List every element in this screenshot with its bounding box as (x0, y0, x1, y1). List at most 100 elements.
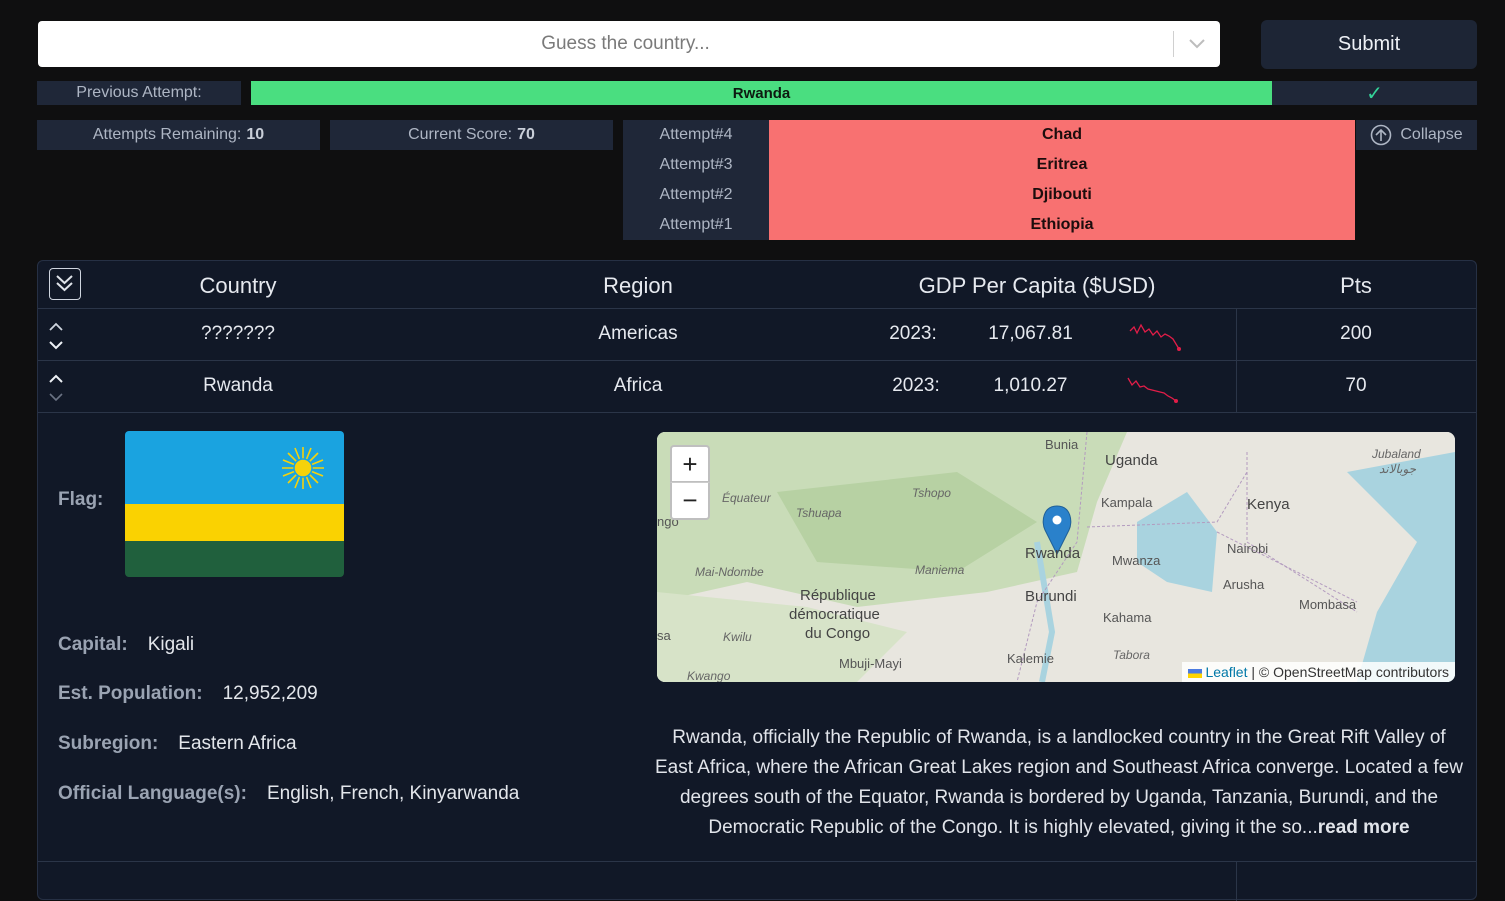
header-pts: Pts (1340, 273, 1372, 298)
map-label: du Congo (805, 625, 871, 642)
map-label: Tabora (1113, 648, 1150, 662)
map-label: جوبالاند (1379, 462, 1417, 476)
map-label: Burundi (1025, 588, 1077, 605)
pts-divider (1236, 861, 1237, 901)
country-map[interactable]: Bunia Uganda Kampala Kenya Jubaland جوبا… (657, 432, 1455, 682)
zoom-out-button[interactable]: − (670, 482, 710, 520)
population-row: Est. Population: 12,952,209 (58, 683, 318, 705)
cell-region: Africa (613, 375, 663, 396)
attempt-label: Attempt#4 (623, 120, 769, 150)
map-label: Mbuji-Mayi (839, 656, 902, 671)
attempt-label: Attempt#3 (623, 150, 769, 180)
ukraine-flag-icon (1187, 669, 1202, 678)
attempts-remaining-value: 10 (246, 126, 265, 143)
country-details: Flag: Capital: Kigali Est. Population: 1… (38, 413, 1476, 861)
row-collapse-icon[interactable] (48, 374, 64, 407)
row-expand-icon[interactable] (48, 322, 64, 355)
attempt-value: Eritrea (769, 150, 1355, 180)
map-label: Kampala (1101, 495, 1153, 510)
capital-value: Kigali (147, 634, 195, 655)
table-header: Country Region GDP Per Capita ($USD) Pts (38, 261, 1476, 309)
collapse-up-icon (1371, 124, 1392, 146)
table-row[interactable]: ??????? Americas 2023: 17,067.81 200 (38, 309, 1476, 361)
map-label: Mai-Ndombe (695, 565, 764, 579)
map-label: Mombasa (1299, 597, 1357, 612)
subregion-row: Subregion: Eastern Africa (58, 733, 297, 755)
rwanda-flag-image (125, 431, 344, 577)
map-label: Uganda (1105, 452, 1158, 469)
map-label: Mwanza (1112, 553, 1161, 568)
map-label: Arusha (1223, 577, 1265, 592)
attempt-value: Djibouti (769, 180, 1355, 210)
capital-row: Capital: Kigali (58, 634, 194, 656)
map-attribution: Leaflet | © OpenStreetMap contributors (1181, 662, 1455, 682)
languages-row: Official Language(s): English, French, K… (58, 783, 519, 805)
cell-gdp-value: 17,067.81 (988, 323, 1073, 344)
header-country: Country (199, 273, 277, 298)
cell-gdp-value: 1,010.27 (993, 375, 1068, 396)
current-score-label: Current Score: (408, 126, 513, 143)
cell-gdp-year: 2023: (889, 323, 937, 344)
pts-divider (1236, 309, 1237, 413)
map-label: Kwango (687, 669, 731, 682)
table-row[interactable]: Rwanda Africa 2023: 1,010.27 70 (38, 361, 1476, 413)
map-label: Équateur (722, 491, 771, 505)
map-label: Tshopo (912, 486, 951, 500)
cell-country: Rwanda (203, 375, 273, 396)
leaflet-link[interactable]: Leaflet (1205, 664, 1247, 680)
expand-all-icon[interactable] (49, 268, 81, 300)
cell-region: Americas (598, 323, 678, 344)
cell-pts: 200 (1340, 323, 1372, 344)
map-label: Bunia (1045, 437, 1079, 452)
osm-attribution[interactable]: | © OpenStreetMap contributors (1248, 664, 1449, 680)
population-value: 12,952,209 (222, 683, 318, 704)
map-label: Kwilu (723, 630, 752, 644)
population-label: Est. Population: (58, 683, 203, 704)
current-score: Current Score: 70 (330, 120, 613, 150)
map-label: République (800, 587, 876, 604)
country-search-box[interactable] (38, 21, 1220, 67)
attempt-value: Ethiopia (769, 210, 1355, 240)
attempts-remaining: Attempts Remaining: 10 (37, 120, 320, 150)
checkmark-icon: ✓ (1366, 82, 1383, 105)
header-gdp: GDP Per Capita ($USD) (918, 273, 1156, 298)
subregion-value: Eastern Africa (178, 733, 297, 754)
cell-gdp-year: 2023: (892, 375, 940, 396)
previous-attempt-value: Rwanda (251, 81, 1272, 105)
map-label: Jubaland (1372, 447, 1421, 461)
zoom-in-button[interactable]: + (670, 445, 710, 483)
map-label: Rwanda (1025, 545, 1081, 562)
map-label: sa (657, 628, 671, 643)
attempt-label: Attempt#1 (623, 210, 769, 240)
attempt-value: Chad (769, 120, 1355, 150)
languages-value: English, French, Kinyarwanda (266, 783, 520, 804)
submit-button[interactable]: Submit (1261, 20, 1477, 69)
collapse-button[interactable]: Collapse (1356, 120, 1477, 150)
country-description: Rwanda, officially the Republic of Rwand… (652, 723, 1466, 843)
attempts-remaining-label: Attempts Remaining: (92, 126, 242, 143)
capital-label: Capital: (58, 634, 128, 655)
cell-country: ??????? (201, 323, 275, 344)
results-table: Country Region GDP Per Capita ($USD) Pts… (37, 260, 1477, 901)
map-label: Kenya (1247, 496, 1290, 513)
map-label: Kahama (1103, 610, 1152, 625)
chevron-down-icon[interactable] (1174, 21, 1220, 67)
map-label: Kalemie (1007, 651, 1054, 666)
flag-label: Flag: (58, 489, 104, 510)
gdp-sparkline (1129, 323, 1181, 351)
cell-pts: 70 (1345, 375, 1367, 396)
row-divider (38, 861, 1476, 862)
country-search-input[interactable] (38, 21, 1173, 67)
attempt-label: Attempt#2 (623, 180, 769, 210)
map-label: Maniema (915, 563, 965, 577)
current-score-value: 70 (517, 126, 535, 143)
map-label: démocratique (789, 606, 880, 623)
subregion-label: Subregion: (58, 733, 159, 754)
header-region: Region (603, 273, 673, 298)
languages-label: Official Language(s): (58, 783, 247, 804)
previous-attempt-label: Previous Attempt: (37, 81, 241, 105)
map-label: Tshuapa (796, 506, 842, 520)
collapse-label: Collapse (1400, 126, 1463, 143)
read-more-link[interactable]: read more (1318, 817, 1410, 838)
gdp-sparkline (1127, 377, 1178, 403)
